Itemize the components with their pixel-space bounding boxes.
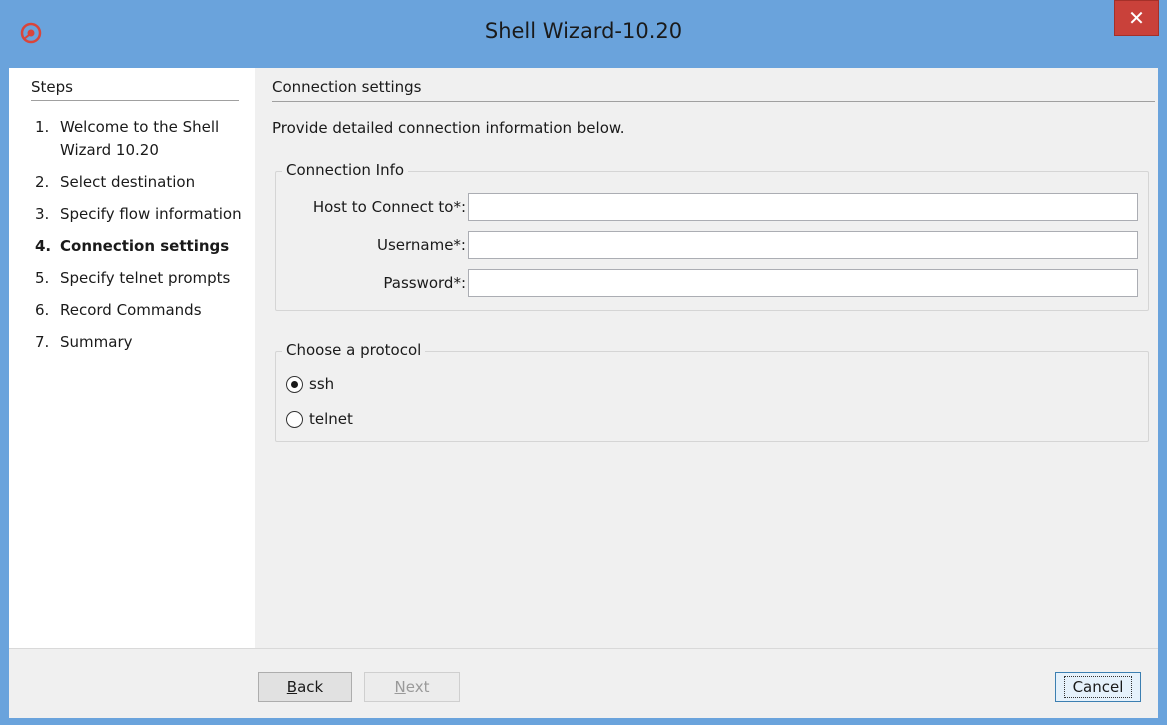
step-label: Specify flow information bbox=[60, 205, 242, 223]
radio-ssh[interactable]: ssh bbox=[286, 373, 334, 395]
step-item: 7. Summary bbox=[35, 331, 253, 354]
step-item: 5. Specify telnet prompts bbox=[35, 267, 253, 290]
protocol-group: Choose a protocol ssh telnet bbox=[275, 341, 1149, 442]
step-number: 5. bbox=[35, 269, 50, 287]
title-bar[interactable]: Shell Wizard-10.20 ✕ bbox=[0, 0, 1167, 68]
password-row: Password*: bbox=[276, 269, 1150, 297]
protocol-legend: Choose a protocol bbox=[282, 341, 426, 359]
username-row: Username*: bbox=[276, 231, 1150, 259]
section-title: Connection settings bbox=[272, 78, 1155, 102]
intro-text: Provide detailed connection information … bbox=[272, 119, 625, 137]
step-number: 3. bbox=[35, 205, 50, 223]
wizard-window: Shell Wizard-10.20 ✕ Steps 1. Welcome to… bbox=[0, 0, 1167, 725]
radio-button-unchecked[interactable] bbox=[286, 410, 303, 428]
step-item: 1. Welcome to the Shell Wizard 10.20 bbox=[35, 116, 253, 162]
window-title: Shell Wizard-10.20 bbox=[484, 19, 683, 43]
step-item: 6. Record Commands bbox=[35, 299, 253, 322]
step-number: 1. bbox=[35, 118, 50, 136]
step-label: Welcome to the Shell Wizard 10.20 bbox=[60, 118, 220, 159]
radio-telnet[interactable]: telnet bbox=[286, 408, 353, 430]
radio-button-checked[interactable] bbox=[286, 375, 303, 393]
next-button[interactable]: Next bbox=[364, 672, 460, 702]
steps-header: Steps bbox=[31, 78, 239, 101]
host-row: Host to Connect to*: bbox=[276, 193, 1150, 221]
password-input[interactable] bbox=[468, 269, 1138, 297]
step-label: Specify telnet prompts bbox=[60, 269, 231, 287]
step-item: 2. Select destination bbox=[35, 171, 253, 194]
step-number: 7. bbox=[35, 333, 50, 351]
close-icon: ✕ bbox=[1128, 6, 1145, 30]
back-button-label: Back bbox=[286, 678, 324, 696]
step-number: 4. bbox=[35, 237, 52, 255]
wizard-footer: Back Next Cancel bbox=[9, 648, 1158, 718]
step-label: Record Commands bbox=[60, 301, 202, 319]
step-number: 2. bbox=[35, 173, 50, 191]
steps-list: 1. Welcome to the Shell Wizard 10.20 2. … bbox=[35, 116, 253, 363]
connection-info-group: Connection Info Host to Connect to*: Use… bbox=[275, 161, 1150, 311]
password-label: Password*: bbox=[383, 274, 466, 292]
close-button[interactable]: ✕ bbox=[1114, 0, 1159, 36]
connection-info-legend: Connection Info bbox=[282, 161, 409, 179]
cancel-button-label: Cancel bbox=[1063, 676, 1133, 698]
step-item: 3. Specify flow information bbox=[35, 203, 253, 226]
step-number: 6. bbox=[35, 301, 50, 319]
steps-sidebar: Steps 1. Welcome to the Shell Wizard 10.… bbox=[9, 68, 255, 648]
host-input[interactable] bbox=[468, 193, 1138, 221]
step-label: Connection settings bbox=[60, 237, 230, 255]
radio-ssh-label: ssh bbox=[309, 375, 335, 393]
radio-telnet-label: telnet bbox=[309, 410, 353, 428]
main-panel: Connection settings Provide detailed con… bbox=[255, 68, 1158, 648]
username-input[interactable] bbox=[468, 231, 1138, 259]
username-label: Username*: bbox=[376, 236, 466, 254]
next-button-label: Next bbox=[394, 678, 430, 696]
step-item-active: 4. Connection settings bbox=[35, 235, 253, 258]
host-label: Host to Connect to*: bbox=[312, 198, 466, 216]
back-button[interactable]: Back bbox=[258, 672, 352, 702]
step-label: Select destination bbox=[60, 173, 196, 191]
cancel-button[interactable]: Cancel bbox=[1055, 672, 1141, 702]
step-label: Summary bbox=[60, 333, 133, 351]
wizard-client-area: Steps 1. Welcome to the Shell Wizard 10.… bbox=[9, 68, 1158, 718]
